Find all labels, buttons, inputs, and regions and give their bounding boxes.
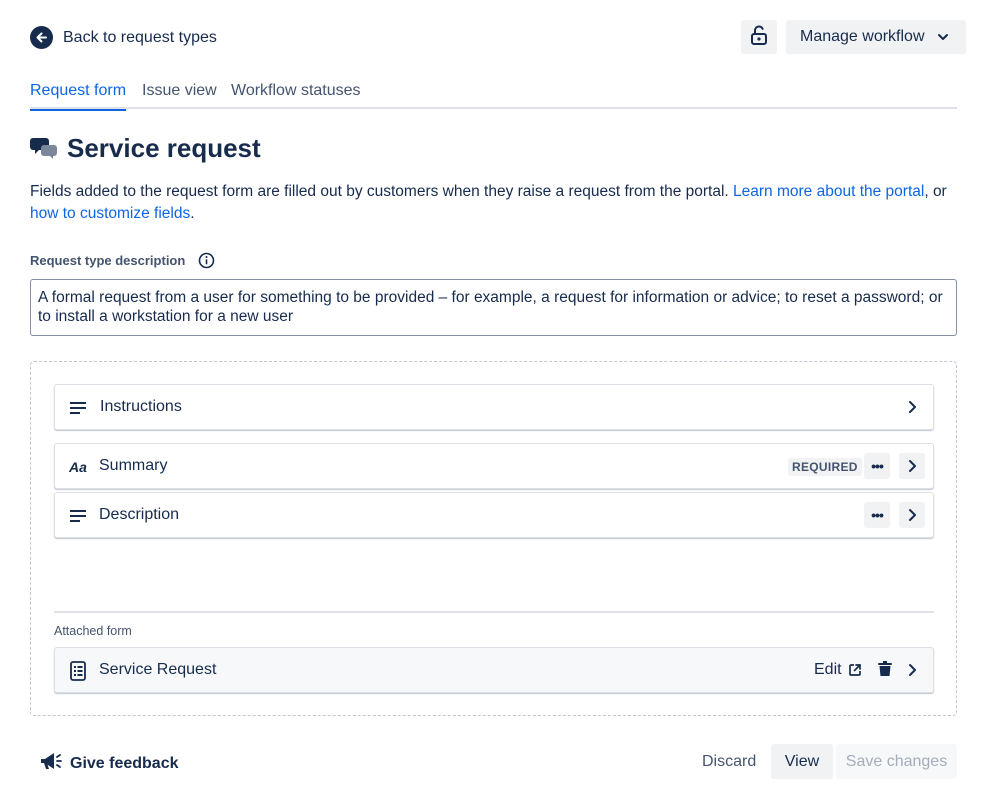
more-options-button[interactable]: ••• xyxy=(864,502,890,528)
page-header: Service request xyxy=(30,133,261,164)
give-feedback-label: Give feedback xyxy=(70,755,179,773)
megaphone-icon xyxy=(40,751,62,776)
field-instructions[interactable]: Instructions xyxy=(54,384,934,430)
back-to-request-types-link[interactable]: Back to request types xyxy=(30,26,217,49)
customize-fields-link[interactable]: how to customize fields xyxy=(30,205,190,222)
intro-text: Fields added to the request form are fil… xyxy=(30,181,960,225)
intro-text-mid: , or xyxy=(924,183,946,200)
field-summary[interactable]: Aa Summary REQUIRED ••• xyxy=(54,443,934,489)
manage-workflow-label: Manage workflow xyxy=(800,28,925,46)
more-dots-icon: ••• xyxy=(871,507,883,523)
chevron-right-button[interactable] xyxy=(899,453,925,479)
unlock-icon xyxy=(750,25,768,50)
description-label-row: Request type description xyxy=(30,252,215,269)
form-document-icon xyxy=(68,661,88,681)
tab-bar: Request form Issue view Workflow statuse… xyxy=(30,82,957,109)
discard-button[interactable]: Discard xyxy=(693,744,765,779)
more-dots-icon: ••• xyxy=(871,458,883,474)
external-link-icon xyxy=(848,663,862,677)
unlock-button[interactable] xyxy=(741,20,777,54)
tab-issue-view[interactable]: Issue view xyxy=(142,82,217,109)
form-fields-dropzone: Instructions Aa Summary REQUIRED ••• Des… xyxy=(30,361,957,716)
arrow-left-icon xyxy=(30,26,53,49)
text-lines-icon xyxy=(68,506,88,526)
top-bar: Back to request types Manage workflow xyxy=(30,20,966,56)
intro-text-start: Fields added to the request form are fil… xyxy=(30,183,733,200)
section-divider xyxy=(54,611,934,613)
required-badge: REQUIRED xyxy=(788,458,862,476)
page-title: Service request xyxy=(67,133,261,164)
short-text-icon: Aa xyxy=(68,457,88,477)
text-lines-icon xyxy=(68,398,88,418)
tab-workflow-statuses[interactable]: Workflow statuses xyxy=(231,82,361,109)
more-options-button[interactable]: ••• xyxy=(864,453,890,479)
save-changes-button[interactable]: Save changes xyxy=(836,744,957,779)
back-link-label: Back to request types xyxy=(63,29,217,47)
attached-form-label: Attached form xyxy=(54,624,132,638)
field-label: Description xyxy=(99,506,179,524)
field-label: Summary xyxy=(99,457,167,475)
chevron-right-icon[interactable] xyxy=(899,394,925,420)
learn-more-portal-link[interactable]: Learn more about the portal xyxy=(733,183,924,200)
attached-form-card[interactable]: Service Request Edit xyxy=(54,647,934,693)
info-icon[interactable] xyxy=(198,252,215,269)
attached-form-name: Service Request xyxy=(99,661,216,679)
manage-workflow-button[interactable]: Manage workflow xyxy=(786,20,966,54)
edit-form-link[interactable]: Edit xyxy=(814,661,862,679)
request-type-description-field[interactable]: A formal request from a user for somethi… xyxy=(30,279,957,336)
chevron-right-icon[interactable] xyxy=(899,657,925,683)
edit-label: Edit xyxy=(814,661,842,679)
chevron-down-icon xyxy=(937,33,949,41)
chevron-right-button[interactable] xyxy=(899,502,925,528)
give-feedback-button[interactable]: Give feedback xyxy=(40,751,179,776)
tab-request-form[interactable]: Request form xyxy=(30,82,126,109)
trash-icon xyxy=(878,661,892,682)
description-label: Request type description xyxy=(30,253,185,268)
delete-form-button[interactable] xyxy=(874,660,896,682)
field-description[interactable]: Description ••• xyxy=(54,492,934,538)
speech-bubbles-icon xyxy=(30,136,58,162)
intro-text-end: . xyxy=(190,205,194,222)
field-label: Instructions xyxy=(100,398,182,416)
view-button[interactable]: View xyxy=(771,744,833,779)
